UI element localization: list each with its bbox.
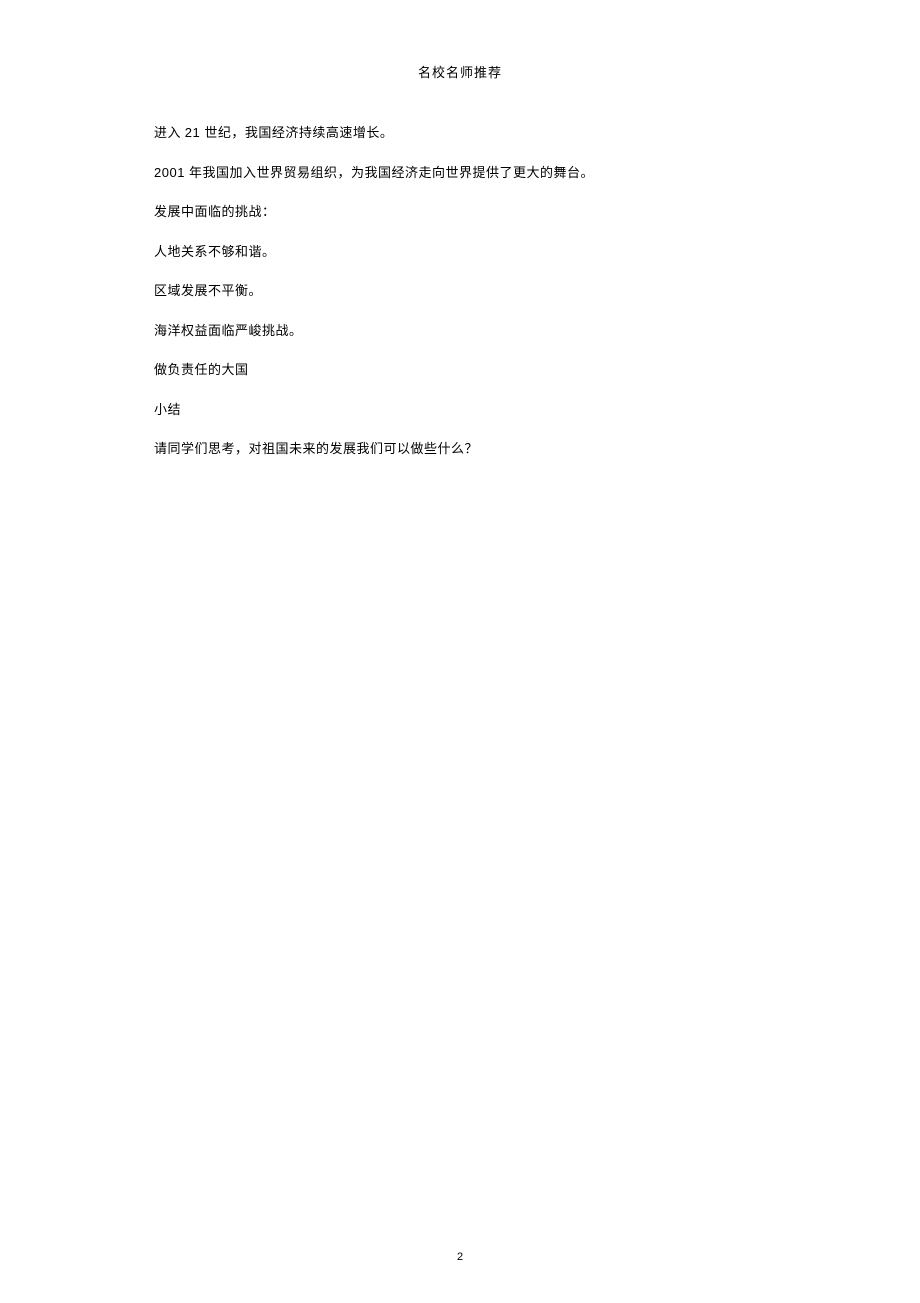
text-segment: 区域发展不平衡。: [154, 283, 262, 298]
paragraph: 人地关系不够和谐。: [154, 242, 770, 262]
paragraph: 请同学们思考，对祖国未来的发展我们可以做些什么？: [154, 439, 770, 459]
text-segment: 世纪，我国经济持续高速增长。: [204, 125, 393, 140]
paragraph: 做负责任的大国: [154, 360, 770, 380]
text-segment: 人地关系不够和谐。: [154, 244, 276, 259]
paragraph: 区域发展不平衡。: [154, 281, 770, 301]
paragraph: 海洋权益面临严峻挑战。: [154, 321, 770, 341]
document-page: 名校名师推荐 进入 21 世纪，我国经济持续高速增长。 2001 年我国加入世界贸…: [0, 0, 920, 1303]
paragraph: 发展中面临的挑战：: [154, 202, 770, 222]
text-segment: 做负责任的大国: [154, 362, 249, 377]
paragraph: 2001 年我国加入世界贸易组织，为我国经济走向世界提供了更大的舞台。: [154, 163, 770, 183]
text-segment: 发展中面临的挑战：: [154, 204, 276, 219]
page-header: 名校名师推荐: [150, 62, 770, 81]
text-segment: 进入: [154, 125, 185, 140]
text-segment: 小结: [154, 402, 181, 417]
text-segment: 21: [185, 125, 205, 140]
paragraph: 小结: [154, 400, 770, 420]
paragraph: 进入 21 世纪，我国经济持续高速增长。: [154, 123, 770, 143]
page-number: 2: [0, 1251, 920, 1263]
text-segment: 年我国加入世界贸易组织，为我国经济走向世界提供了更大的舞台。: [189, 165, 594, 180]
text-segment: 请同学们思考，对祖国未来的发展我们可以做些什么？: [154, 441, 478, 456]
body-content: 进入 21 世纪，我国经济持续高速增长。 2001 年我国加入世界贸易组织，为我国…: [150, 123, 770, 459]
text-segment: 2001: [154, 165, 189, 180]
text-segment: 海洋权益面临严峻挑战。: [154, 323, 303, 338]
